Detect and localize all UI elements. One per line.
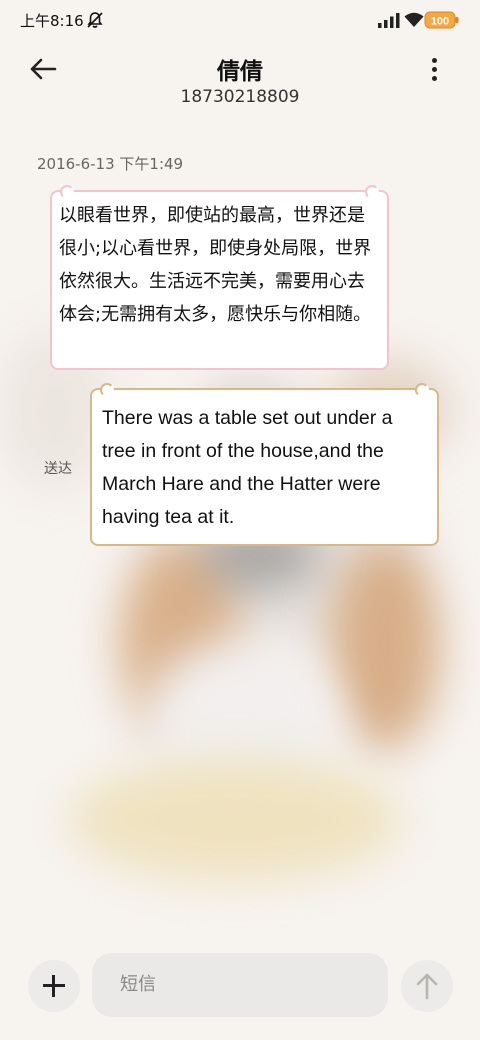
- more-options-button[interactable]: [424, 58, 444, 84]
- incoming-message-text: 以眼看世界，即使站的最高，世界还是很小;以心看世界，即使身处局限，世界依然很大。…: [59, 205, 372, 325]
- bubble-ear-right: [415, 383, 429, 397]
- send-button[interactable]: [401, 960, 453, 1012]
- incoming-message-bubble[interactable]: 以眼看世界，即使站的最高，世界还是很小;以心看世界，即使身处局限，世界依然很大。…: [50, 185, 389, 370]
- contact-name: 倩倩: [217, 59, 263, 85]
- delivery-status: 送达: [44, 461, 72, 477]
- outgoing-message-text: There was a table set out under a tree i…: [102, 407, 393, 528]
- message-input-placeholder: 短信: [120, 974, 156, 995]
- message-timestamp: 2016-6-13 下午1:49: [37, 155, 184, 173]
- add-attachment-button[interactable]: [28, 960, 80, 1012]
- contact-phone: 18730218809: [180, 87, 300, 107]
- more-dot-icon: [431, 76, 437, 81]
- bubble-ear-left: [60, 185, 74, 199]
- more-dot-icon: [431, 58, 437, 63]
- battery-icon: 100: [424, 11, 460, 33]
- message-input[interactable]: 短信: [92, 953, 388, 1017]
- mute-icon: [86, 11, 104, 33]
- bubble-ear-left: [100, 383, 114, 397]
- plus-icon: [52, 975, 55, 997]
- conversation-header: 倩倩 18730218809: [0, 40, 480, 120]
- wifi-icon: [404, 12, 424, 32]
- status-bar: 上午8:16 100: [0, 0, 480, 40]
- status-time: 上午8:16: [20, 12, 84, 30]
- arrow-up-icon: [416, 973, 438, 1000]
- bubble-ear-right: [365, 185, 379, 199]
- signal-icon: [378, 13, 400, 32]
- more-dot-icon: [431, 67, 437, 72]
- battery-level: 100: [431, 16, 449, 28]
- outgoing-message-bubble[interactable]: There was a table set out under a tree i…: [90, 383, 439, 546]
